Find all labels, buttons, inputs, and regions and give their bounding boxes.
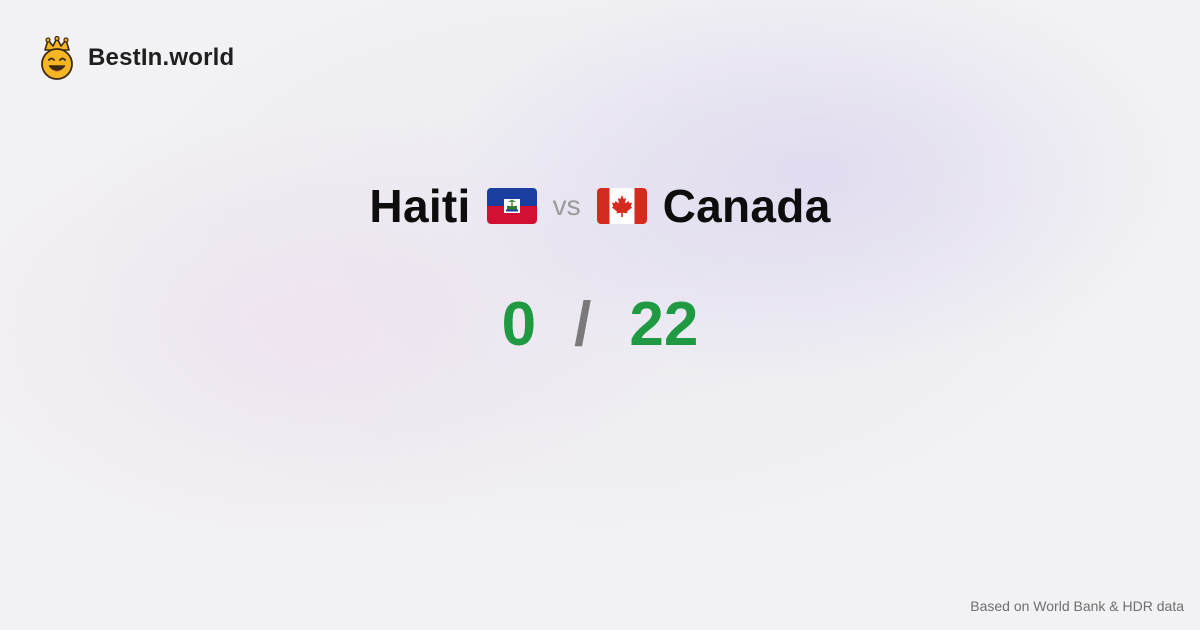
vs-label: vs (552, 190, 581, 221)
haiti-flag-icon (486, 188, 537, 224)
comparison-title: Haiti vs Canada (0, 176, 1200, 236)
brand[interactable]: BestIn.world (38, 36, 234, 80)
right-score: 22 (629, 289, 699, 359)
score-separator: / (574, 289, 592, 359)
crown-smiley-icon (41, 36, 73, 80)
canada-flag-icon (596, 188, 647, 224)
score-display: 0 / 22 (0, 286, 1200, 362)
left-country-name: Haiti (369, 180, 471, 232)
brand-name: BestIn.world (88, 44, 235, 71)
left-score: 0 (501, 289, 537, 359)
right-country-name: Canada (662, 180, 831, 232)
data-source-note: Based on World Bank & HDR data (970, 598, 1184, 614)
